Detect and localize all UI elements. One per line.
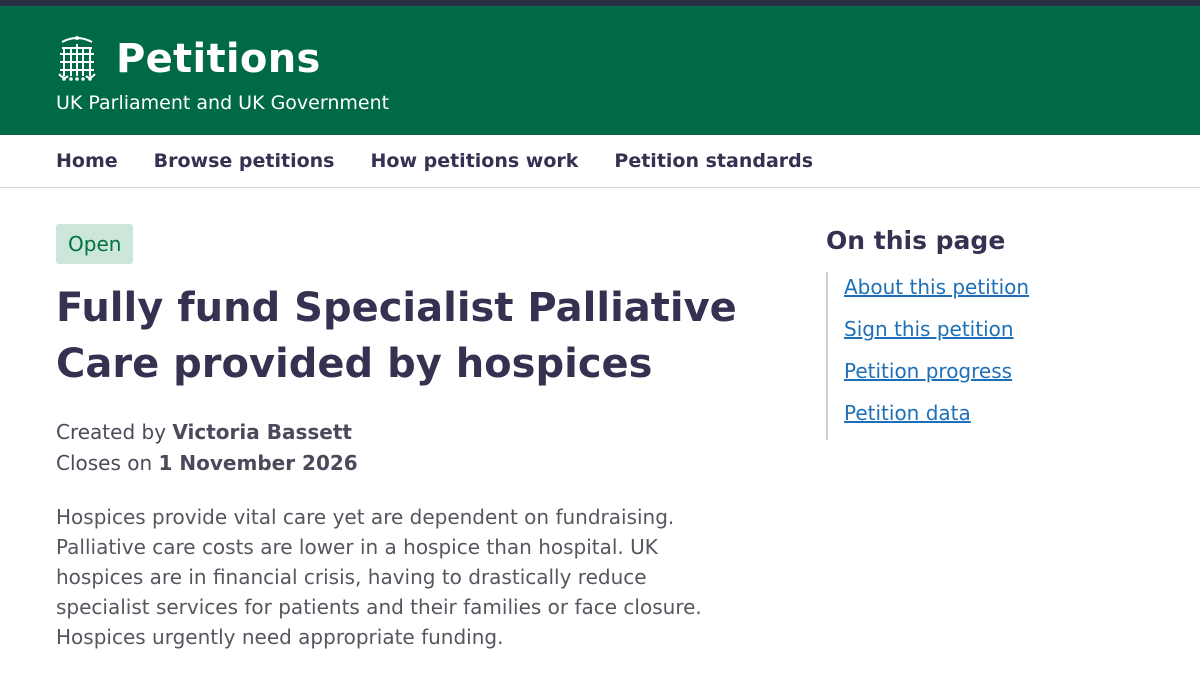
on-this-page-list: About this petition Sign this petition P… xyxy=(826,272,1029,440)
portcullis-icon xyxy=(58,36,96,81)
link-petition-data[interactable]: Petition data xyxy=(844,401,971,425)
list-item: Sign this petition xyxy=(844,314,1029,356)
site-title[interactable]: Petitions xyxy=(116,39,321,79)
link-petition-progress[interactable]: Petition progress xyxy=(844,359,1012,383)
on-this-page-heading: On this page xyxy=(826,226,1006,255)
link-about-petition[interactable]: About this petition xyxy=(844,275,1029,299)
list-item: About this petition xyxy=(844,272,1029,314)
created-by-line: Created by Victoria Bassett xyxy=(56,420,352,444)
created-by-label: Created by xyxy=(56,420,167,444)
list-item: Petition progress xyxy=(844,356,1029,398)
petition-description: Hospices provide vital care yet are depe… xyxy=(56,505,702,649)
close-date: 1 November 2026 xyxy=(158,451,358,475)
creator-name: Victoria Bassett xyxy=(172,420,352,444)
status-badge: Open xyxy=(56,224,134,264)
nav-home[interactable]: Home xyxy=(56,150,118,172)
closes-on-line: Closes on 1 November 2026 xyxy=(56,451,358,475)
main-nav: Home Browse petitions How petitions work… xyxy=(0,135,1200,188)
nav-petition-standards[interactable]: Petition standards xyxy=(614,150,813,172)
link-sign-petition[interactable]: Sign this petition xyxy=(844,317,1014,341)
site-header: Petitions UK Parliament and UK Governmen… xyxy=(0,6,1200,135)
petition-title: Fully fund Specialist Palliative Care pr… xyxy=(56,285,737,387)
list-item: Petition data xyxy=(844,398,1029,440)
nav-browse-petitions[interactable]: Browse petitions xyxy=(154,150,335,172)
nav-how-petitions-work[interactable]: How petitions work xyxy=(370,150,578,172)
closes-on-label: Closes on xyxy=(56,451,153,475)
site-logo-link[interactable]: Petitions xyxy=(56,34,321,84)
site-subtitle: UK Parliament and UK Government xyxy=(56,92,390,114)
